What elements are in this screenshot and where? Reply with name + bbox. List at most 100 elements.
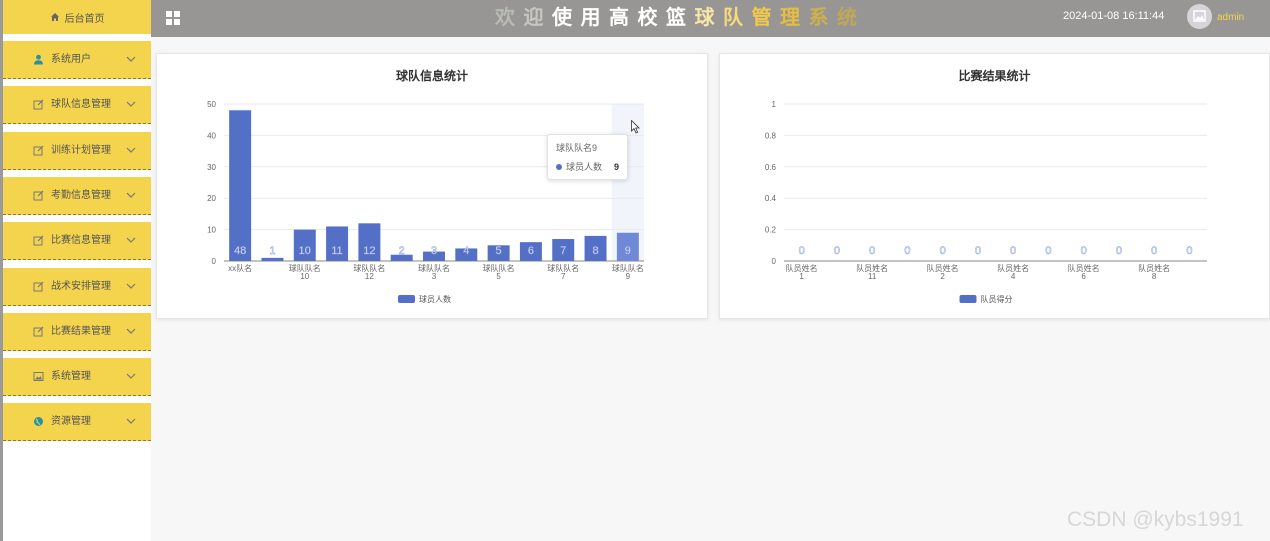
result-chart-card: 比赛结果统计 0 0.2 0.4 0.6 0.8 1 0 0 0 0 0 0 0 0 0 0 0 0 队员姓名 1 队员… [719,53,1270,319]
result-bar-chart: 00.20.40.60.810 0 0 0 0 0 0 0 0 0 0 0队员姓名1队员姓名11队员姓… [765,100,1207,304]
header-datetime: 2024-01-08 16:11:44 [1063,10,1165,22]
bar [229,110,252,261]
y-tick-label: 50 [207,100,216,109]
chevron-down-icon [126,237,136,244]
chevron-down-icon [126,373,136,379]
x-tick-label: 1 [799,272,804,281]
menu-grid-icon[interactable] [166,11,181,26]
bar-data-label: 6 [528,245,534,257]
title-char: 理 [780,7,809,29]
series-dot-icon [556,163,562,170]
sidebar-item-4[interactable]: 考勤信息管理 [3,176,151,215]
legend-swatch [959,295,977,303]
edit-icon [33,281,44,291]
sidebar-item-label: 比赛信息管理 [51,235,111,247]
x-tick-label: 8 [1152,272,1157,281]
edit-icon [33,326,44,337]
x-tick-label: 4 [1011,272,1016,281]
sidebar-item-label: 球队信息管理 [51,99,111,111]
x-tick-label: 9 [626,272,631,281]
y-tick-label: 10 [207,226,216,235]
y-tick-label: 0 [212,257,217,266]
team-chart-card: 球队信息统计 0 10 20 30 40 50 48 1 10 11 12 2 3 4 5 6 7 8 9 xx队名球… [156,53,708,319]
sidebar-item-3[interactable]: 训练计划管理 [3,131,151,170]
chart-tooltip: 球队队名9 球员人数 9 [547,134,629,180]
bar-data-label: 11 [331,245,342,257]
x-tick-label: 2 [940,272,945,281]
chevron-down-icon [126,328,136,334]
title-char: 管 [751,7,780,29]
tooltip-title: 球队队名9 [556,143,598,153]
x-tick-label: 11 [868,272,877,281]
edit-icon [33,99,44,110]
bar-data-label: 0 [1081,245,1087,257]
y-tick-label: 0.4 [765,194,777,203]
page-title: 欢迎使用高校篮球队管理系统 [495,4,866,32]
title-char: 篮 [666,7,695,29]
legend-label: 队员得分 [981,294,1013,304]
sidebar-item-label: 资源管理 [51,416,91,428]
bar-data-label: 0 [869,245,875,257]
title-char: 使 [552,7,581,29]
title-char: 系 [808,7,837,29]
chevron-down-icon [126,418,136,425]
chevron-down-icon [126,147,136,153]
sidebar-item-label: 系统管理 [51,371,91,383]
edit-icon [33,190,44,201]
bar-data-label: 48 [234,245,246,257]
chevron-down-icon [126,101,136,108]
chevron-down-icon [126,56,136,62]
bar-data-label: 0 [1186,245,1192,257]
tooltip-row: 球员人数 9 [556,160,619,173]
y-tick-label: 20 [207,194,216,203]
sidebar-item-5[interactable]: 比赛信息管理 [3,222,151,261]
team-bar-chart: 0102030405048 1 10 11 12 2 3 4 5 6 7 8 9xx队名 球队队名10球队… [207,100,644,304]
sidebar-item-8[interactable]: 系统管理 [3,358,151,397]
bar [261,257,284,261]
picture-icon [33,372,44,382]
x-tick-label: 6 [1081,272,1086,281]
chevron-down-icon [126,192,136,198]
tooltip-value: 9 [614,161,620,172]
sidebar-item-label: 系统用户 [51,54,91,65]
sidebar-item-label: 训练计划管理 [51,144,111,156]
sidebar-item-1[interactable]: 系统用户 [3,41,151,79]
edit-icon [33,145,44,156]
y-tick-label: 1 [772,100,777,109]
sidebar-item-6[interactable]: 战术安排管理 [3,267,151,306]
sidebar-item-label: 比赛结果管理 [51,325,111,337]
bar-data-label: 0 [799,245,805,257]
title-char: 欢 [495,7,524,29]
x-tick-label: 10 [300,272,309,281]
x-tick-label: 5 [496,272,501,281]
y-tick-label: 30 [207,163,216,172]
tooltip-series: 球员人数 [566,162,603,172]
sidebar-item-home[interactable]: 后台首页 [3,0,151,34]
username[interactable]: admin [1217,12,1244,23]
title-char: 队 [723,7,752,29]
x-tick-label: 7 [561,272,566,281]
y-tick-label: 0.6 [765,163,777,172]
edit-icon [33,235,44,246]
watermark: CSDN @kybs1991 [1067,508,1244,531]
sidebar-item-9[interactable]: 资源管理 [3,403,151,442]
title-char: 高 [609,7,638,29]
title-char: 用 [580,7,609,29]
app-root: 后台首页 系统用户球队信息管理 训练计划管理考勤信息管理比赛信息管理战术安排管理比… [0,0,1270,541]
legend-swatch [398,295,415,303]
x-tick-label: xx队名 [228,263,252,273]
picture-icon [1193,10,1206,22]
y-tick-label: 0.8 [765,131,777,140]
bar-data-label: 3 [431,245,437,257]
bar-data-label: 0 [1116,245,1122,257]
bar-data-label: 0 [975,245,981,257]
sidebar-item-7[interactable]: 比赛结果管理 [3,312,151,351]
bar-data-label: 0 [1045,245,1051,257]
bar-data-label: 0 [940,245,946,257]
avatar[interactable] [1187,4,1212,29]
y-tick-label: 0 [772,257,777,266]
sidebar-item-2[interactable]: 球队信息管理 [3,86,151,125]
globe-icon [34,417,43,427]
sidebar: 后台首页 系统用户球队信息管理 训练计划管理考勤信息管理比赛信息管理战术安排管理比… [0,0,151,541]
y-tick-label: 40 [207,131,216,140]
